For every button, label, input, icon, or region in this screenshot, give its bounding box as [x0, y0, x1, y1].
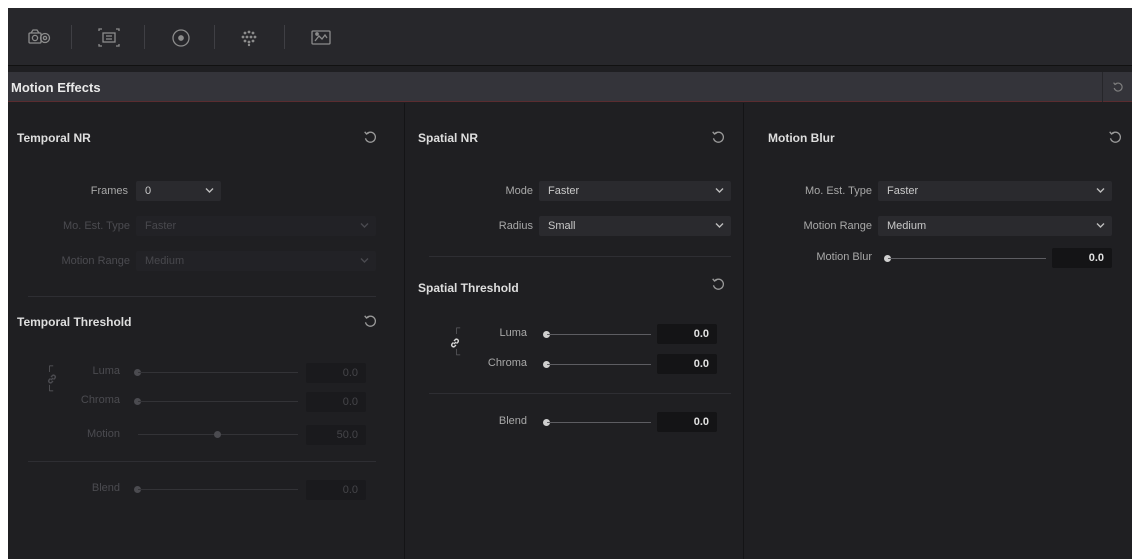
chevron-down-icon	[1096, 223, 1105, 228]
spatial-blend-value[interactable]: 0.0	[657, 412, 717, 432]
temporal-blend-value[interactable]: 0.0	[306, 480, 366, 500]
temporal-blend-slider-track[interactable]	[138, 489, 298, 490]
frames-dropdown[interactable]: 0	[136, 181, 221, 201]
spatial-threshold-reset-icon[interactable]	[711, 277, 725, 291]
mb-mo-est-type-dropdown[interactable]: Faster	[878, 181, 1112, 201]
motion-blur-slider-track[interactable]	[888, 258, 1046, 259]
keyframes-icon[interactable]	[306, 23, 336, 53]
motion-blur-label: Motion Blur	[816, 251, 872, 263]
chevron-down-icon	[360, 223, 369, 228]
frames-value: 0	[145, 185, 152, 197]
toolbar	[8, 8, 1132, 66]
temporal-nr-title: Temporal NR	[17, 131, 91, 145]
reset-icon[interactable]	[1102, 72, 1132, 102]
mode-dropdown[interactable]: Faster	[539, 181, 731, 201]
divider	[429, 393, 731, 394]
spatial-nr-panel: Spatial NR Mode Faster Radius Small Spat…	[405, 103, 743, 559]
chevron-down-icon	[360, 258, 369, 263]
spatial-threshold-title: Spatial Threshold	[418, 281, 519, 295]
temporal-nr-reset-icon[interactable]	[363, 130, 377, 144]
divider	[429, 256, 731, 257]
mb-motion-range-dropdown[interactable]: Medium	[878, 216, 1112, 236]
divider	[28, 296, 376, 297]
temporal-luma-slider-track[interactable]	[138, 372, 298, 373]
radius-dropdown[interactable]: Small	[539, 216, 731, 236]
mb-motion-range-value: Medium	[887, 220, 927, 232]
sizing-icon[interactable]	[94, 23, 124, 53]
toolbar-separator	[284, 25, 285, 49]
spatial-blend-slider-track[interactable]	[547, 422, 651, 423]
spatial-luma-value[interactable]: 0.0	[657, 324, 717, 344]
panel-title: Motion Effects	[11, 80, 101, 95]
temporal-motion-slider-knob[interactable]	[214, 431, 221, 438]
temporal-motion-value[interactable]: 50.0	[306, 425, 366, 445]
motion-range-value: Medium	[145, 255, 185, 267]
temporal-chroma-slider-track[interactable]	[138, 401, 298, 402]
motion-blur-title: Motion Blur	[768, 131, 835, 145]
radius-label: Radius	[498, 220, 533, 232]
chevron-down-icon	[205, 188, 214, 193]
mo-est-type-dropdown[interactable]: Faster	[136, 216, 376, 236]
mb-motion-range-label: Motion Range	[803, 220, 873, 232]
spatial-luma-slider-track[interactable]	[547, 334, 651, 335]
motion-effects-header: Motion Effects	[8, 72, 1132, 102]
camera-raw-icon[interactable]	[24, 23, 54, 53]
mb-mo-est-type-value: Faster	[887, 185, 919, 197]
temporal-luma-label: Luma	[92, 365, 120, 377]
motion-range-label: Motion Range	[61, 255, 131, 267]
spatial-blend-label: Blend	[498, 415, 527, 427]
chevron-down-icon	[1096, 188, 1105, 193]
spatial-nr-reset-icon[interactable]	[711, 130, 725, 144]
temporal-threshold-title: Temporal Threshold	[17, 315, 132, 329]
temporal-chroma-label: Chroma	[80, 394, 120, 406]
motion-blur-panel: Motion Blur Mo. Est. Type Faster Motion …	[744, 103, 1132, 559]
temporal-threshold-reset-icon[interactable]	[363, 314, 377, 328]
temporal-motion-label: Motion	[86, 428, 120, 440]
motion-blur-value[interactable]: 0.0	[1052, 248, 1112, 268]
chevron-down-icon	[715, 188, 724, 193]
motion-blur-reset-icon[interactable]	[1108, 130, 1122, 144]
spatial-chroma-label: Chroma	[487, 357, 527, 369]
mo-est-type-value: Faster	[145, 220, 177, 232]
toolbar-separator	[214, 25, 215, 49]
spatial-nr-title: Spatial NR	[418, 131, 479, 145]
temporal-luma-value[interactable]: 0.0	[306, 363, 366, 383]
divider	[28, 461, 376, 462]
spatial-chroma-slider-track[interactable]	[547, 364, 651, 365]
motion-range-dropdown[interactable]: Medium	[136, 251, 376, 271]
frames-label: Frames	[90, 185, 128, 197]
blur-icon[interactable]	[234, 23, 264, 53]
chevron-down-icon	[715, 223, 724, 228]
mode-value: Faster	[548, 185, 580, 197]
radius-value: Small	[548, 220, 576, 232]
spatial-luma-label: Luma	[499, 327, 527, 339]
temporal-nr-panel: Temporal NR Frames 0 Mo. Est. Type Faste…	[8, 103, 396, 559]
mode-label: Mode	[505, 185, 533, 197]
temporal-chroma-value[interactable]: 0.0	[306, 392, 366, 412]
toolbar-separator	[71, 25, 72, 49]
mb-mo-est-type-label: Mo. Est. Type	[804, 185, 872, 197]
mo-est-type-label: Mo. Est. Type	[62, 220, 130, 232]
spatial-chroma-value[interactable]: 0.0	[657, 354, 717, 374]
toolbar-separator	[144, 25, 145, 49]
motion-effects-icon[interactable]	[166, 23, 196, 53]
temporal-blend-label: Blend	[91, 482, 120, 494]
app-window: Motion Effects Temporal NR Frames 0 Mo. …	[8, 8, 1132, 559]
